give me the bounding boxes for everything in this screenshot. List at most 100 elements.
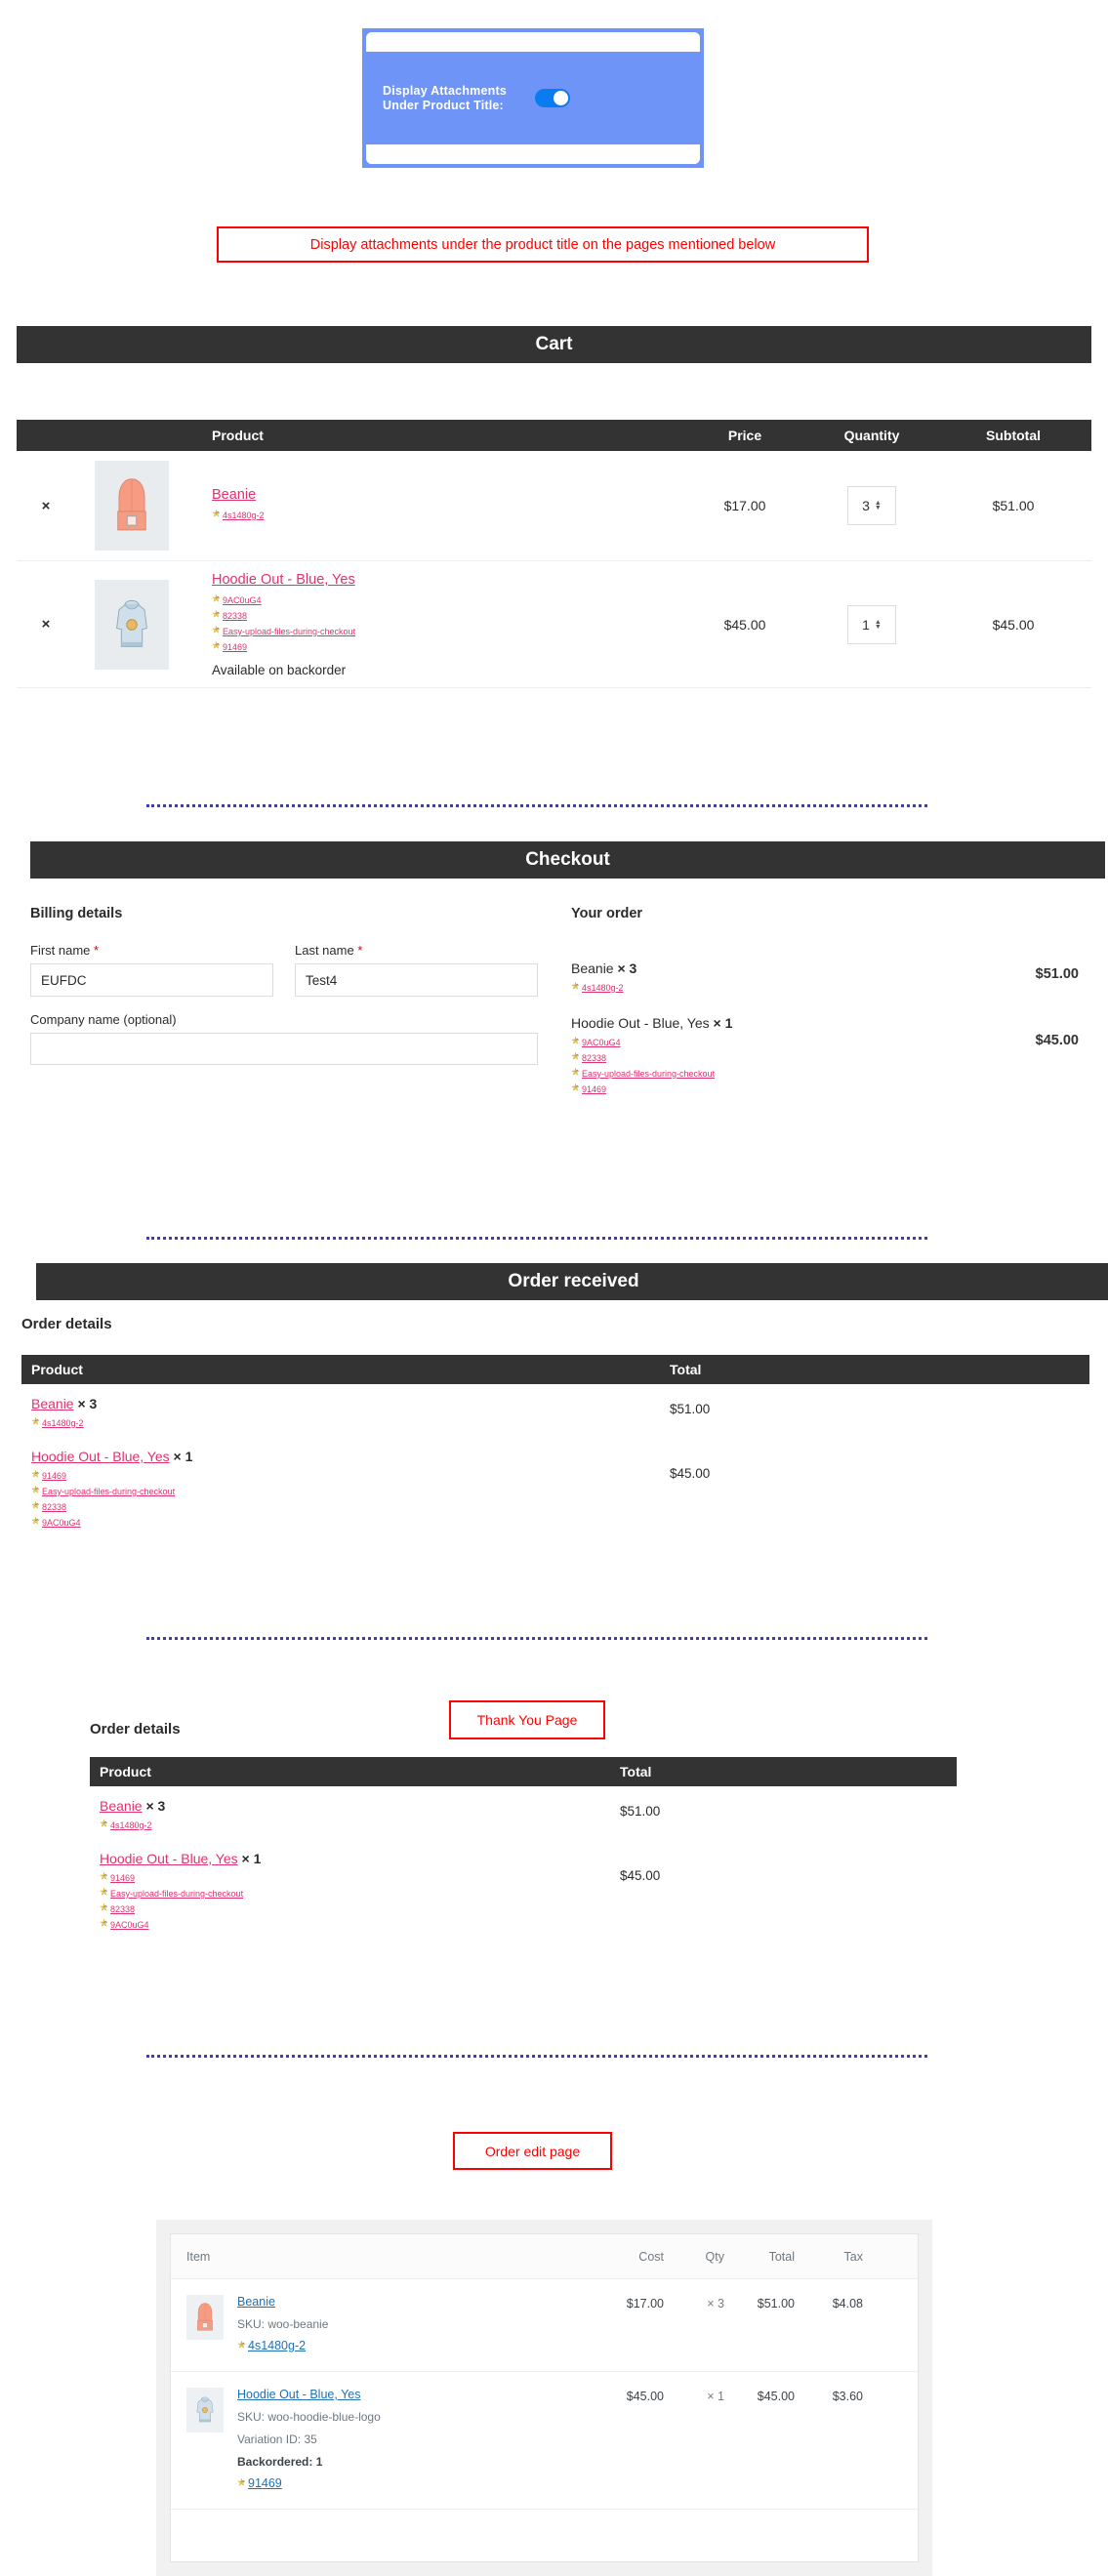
first-name-label: First name * bbox=[30, 943, 273, 958]
attachment-list: 4s1480g-2 bbox=[31, 1416, 670, 1429]
attachment-link[interactable]: Easy-upload-files-during-checkout bbox=[31, 1485, 670, 1497]
checkout-order-lines: Beanie × 3 4s1480g-2 $51.00 Hoodie Out - Bl… bbox=[571, 961, 1079, 1099]
attachment-link[interactable]: 82338 bbox=[571, 1051, 962, 1064]
product-thumbnail[interactable] bbox=[95, 579, 169, 670]
quantity-cell: 3 ▲ ▼ bbox=[808, 486, 935, 525]
product-name-line: Hoodie Out - Blue, Yes × 1 bbox=[31, 1449, 670, 1464]
item-total: $45.00 bbox=[757, 2390, 795, 2403]
attachment-link[interactable]: 91469 bbox=[212, 640, 681, 653]
attachment-link[interactable]: Easy-upload-files-during-checkout bbox=[100, 1887, 620, 1900]
attachment-link[interactable]: 82338 bbox=[212, 609, 681, 622]
item-qty: × 1 bbox=[707, 2390, 724, 2403]
page-root: Display Attachments Under Product Title:… bbox=[0, 0, 1108, 2576]
attachment-icon bbox=[212, 509, 221, 521]
last-name-input[interactable] bbox=[295, 963, 538, 997]
item-thumbnail[interactable] bbox=[186, 2388, 224, 2433]
col-total: Total bbox=[768, 2249, 795, 2264]
product-name-link[interactable]: Hoodie Out - Blue, Yes bbox=[100, 1851, 238, 1866]
name-field-row: First name * Last name * bbox=[30, 943, 538, 997]
remove-item-button[interactable]: × bbox=[17, 498, 75, 514]
product-name-link[interactable]: Hoodie Out - Blue, Yes bbox=[31, 1449, 170, 1464]
thank-you-rows: Beanie × 3 4s1480g-2 $51.00 Hoodie Out - Bl… bbox=[90, 1786, 957, 1939]
attachment-icon bbox=[237, 2340, 246, 2351]
item-name-link[interactable]: Beanie bbox=[237, 2295, 275, 2309]
attachment-name: 4s1480g-2 bbox=[248, 2339, 307, 2352]
item-variation-id: Variation ID: 35 bbox=[237, 2433, 317, 2446]
attachment-icon bbox=[571, 1036, 580, 1048]
attachment-link[interactable]: 4s1480g-2 bbox=[31, 1416, 670, 1429]
attachment-link[interactable]: 82338 bbox=[100, 1902, 620, 1915]
spinner-down-icon[interactable]: ▼ bbox=[875, 505, 882, 511]
attachment-link[interactable]: 9AC0uG4 bbox=[100, 1918, 620, 1931]
product-thumbnail[interactable] bbox=[95, 461, 169, 551]
product-cell: Hoodie Out - Blue, Yes 9AC0uG4 82338 Easy-u… bbox=[212, 571, 681, 677]
section-divider bbox=[146, 1237, 927, 1240]
attachment-name: 9AC0uG4 bbox=[223, 595, 262, 605]
product-quantity: × 3 bbox=[145, 1798, 166, 1814]
attachment-link[interactable]: 82338 bbox=[31, 1500, 670, 1513]
attachment-link[interactable]: 91469 bbox=[237, 2477, 595, 2489]
attachment-icon bbox=[571, 1067, 580, 1080]
display-attachments-toggle[interactable] bbox=[535, 89, 570, 107]
first-name-input[interactable] bbox=[30, 963, 273, 997]
company-name-input[interactable] bbox=[30, 1033, 538, 1065]
attachment-link[interactable]: 4s1480g-2 bbox=[237, 2340, 595, 2351]
order-summary-line: Beanie × 3 4s1480g-2 $51.00 bbox=[571, 961, 1079, 998]
product-name-link[interactable]: Hoodie Out - Blue, Yes bbox=[212, 572, 355, 588]
attachment-list: 9AC0uG4 82338 Easy-upload-files-during-che… bbox=[212, 593, 681, 653]
quantity-stepper[interactable]: 1 ▲ ▼ bbox=[847, 604, 896, 644]
callout-thank-you-page: Thank You Page bbox=[449, 1700, 605, 1739]
attachment-link[interactable]: 4s1480g-2 bbox=[100, 1819, 620, 1831]
product-quantity: × 3 bbox=[617, 961, 637, 976]
attachment-name: Easy-upload-files-during-checkout bbox=[223, 627, 356, 636]
quantity-stepper[interactable]: 3 ▲ ▼ bbox=[847, 486, 896, 525]
attachment-link[interactable]: Easy-upload-files-during-checkout bbox=[212, 625, 681, 637]
last-name-label: Last name * bbox=[295, 943, 538, 958]
attachment-icon bbox=[31, 1500, 40, 1513]
your-order-heading: Your order bbox=[571, 906, 643, 921]
product-name-link[interactable]: Beanie bbox=[31, 1396, 74, 1411]
remove-item-button[interactable]: × bbox=[17, 616, 75, 633]
attachment-icon bbox=[100, 1887, 108, 1900]
attachment-link[interactable]: 91469 bbox=[571, 1083, 962, 1095]
order-summary-line: Hoodie Out - Blue, Yes × 1 9AC0uG4 82338 Ea… bbox=[571, 1015, 1079, 1099]
spinner-down-icon[interactable]: ▼ bbox=[875, 624, 882, 631]
attachment-link[interactable]: 4s1480g-2 bbox=[571, 981, 962, 994]
attachment-link[interactable]: 91469 bbox=[100, 1871, 620, 1884]
order-summary-product: Beanie × 3 4s1480g-2 bbox=[571, 961, 962, 998]
product-name: Hoodie Out - Blue, Yes bbox=[571, 1015, 710, 1031]
attachment-name: 91469 bbox=[42, 1471, 67, 1481]
attachment-link[interactable]: 9AC0uG4 bbox=[212, 593, 681, 606]
attachment-link[interactable]: Easy-upload-files-during-checkout bbox=[571, 1067, 962, 1080]
order-details-total: $45.00 bbox=[620, 1868, 661, 1883]
first-name-field-group: First name * bbox=[30, 943, 273, 997]
quantity-spinner[interactable]: ▲ ▼ bbox=[875, 500, 882, 511]
cart-table: Product Price Quantity Subtotal × Beanie 4… bbox=[17, 420, 1091, 688]
attachment-link[interactable]: 9AC0uG4 bbox=[31, 1516, 670, 1529]
attachment-name: 91469 bbox=[248, 2476, 282, 2490]
attachment-icon bbox=[571, 1083, 580, 1095]
attachment-icon bbox=[31, 1416, 40, 1429]
order-details-product: Hoodie Out - Blue, Yes × 1 91469 Easy-uplo… bbox=[100, 1851, 620, 1935]
col-product: Product bbox=[31, 1362, 83, 1377]
order-summary-total: $45.00 bbox=[1035, 1033, 1079, 1048]
attachment-name: Easy-upload-files-during-checkout bbox=[582, 1069, 716, 1079]
quantity-spinner[interactable]: ▲ ▼ bbox=[875, 619, 882, 631]
item-name-link[interactable]: Hoodie Out - Blue, Yes bbox=[237, 2388, 360, 2401]
item-total: $51.00 bbox=[757, 2297, 795, 2310]
attachment-name: 4s1480g-2 bbox=[110, 1820, 152, 1830]
order-received-rows: Beanie × 3 4s1480g-2 $51.00 Hoodie Out - Bl… bbox=[21, 1384, 1089, 1536]
col-price: Price bbox=[727, 428, 762, 443]
item-thumbnail[interactable] bbox=[186, 2295, 224, 2340]
product-name-link[interactable]: Beanie bbox=[100, 1798, 143, 1814]
attachment-name: Easy-upload-files-during-checkout bbox=[110, 1889, 244, 1899]
attachment-link[interactable]: 91469 bbox=[31, 1469, 670, 1482]
attachment-link[interactable]: 9AC0uG4 bbox=[571, 1036, 962, 1048]
last-name-label-text: Last name bbox=[295, 943, 354, 958]
attachment-link[interactable]: 4s1480g-2 bbox=[212, 509, 681, 521]
cart-row: × Hoodie Out - Blue, Yes 9AC0uG4 82338 Easy-… bbox=[17, 561, 1091, 688]
item-sku: SKU: woo-hoodie-blue-logo bbox=[237, 2410, 381, 2424]
section-divider bbox=[146, 804, 927, 807]
thank-you-details-heading: Order details bbox=[90, 1721, 181, 1738]
product-name-link[interactable]: Beanie bbox=[212, 487, 256, 503]
